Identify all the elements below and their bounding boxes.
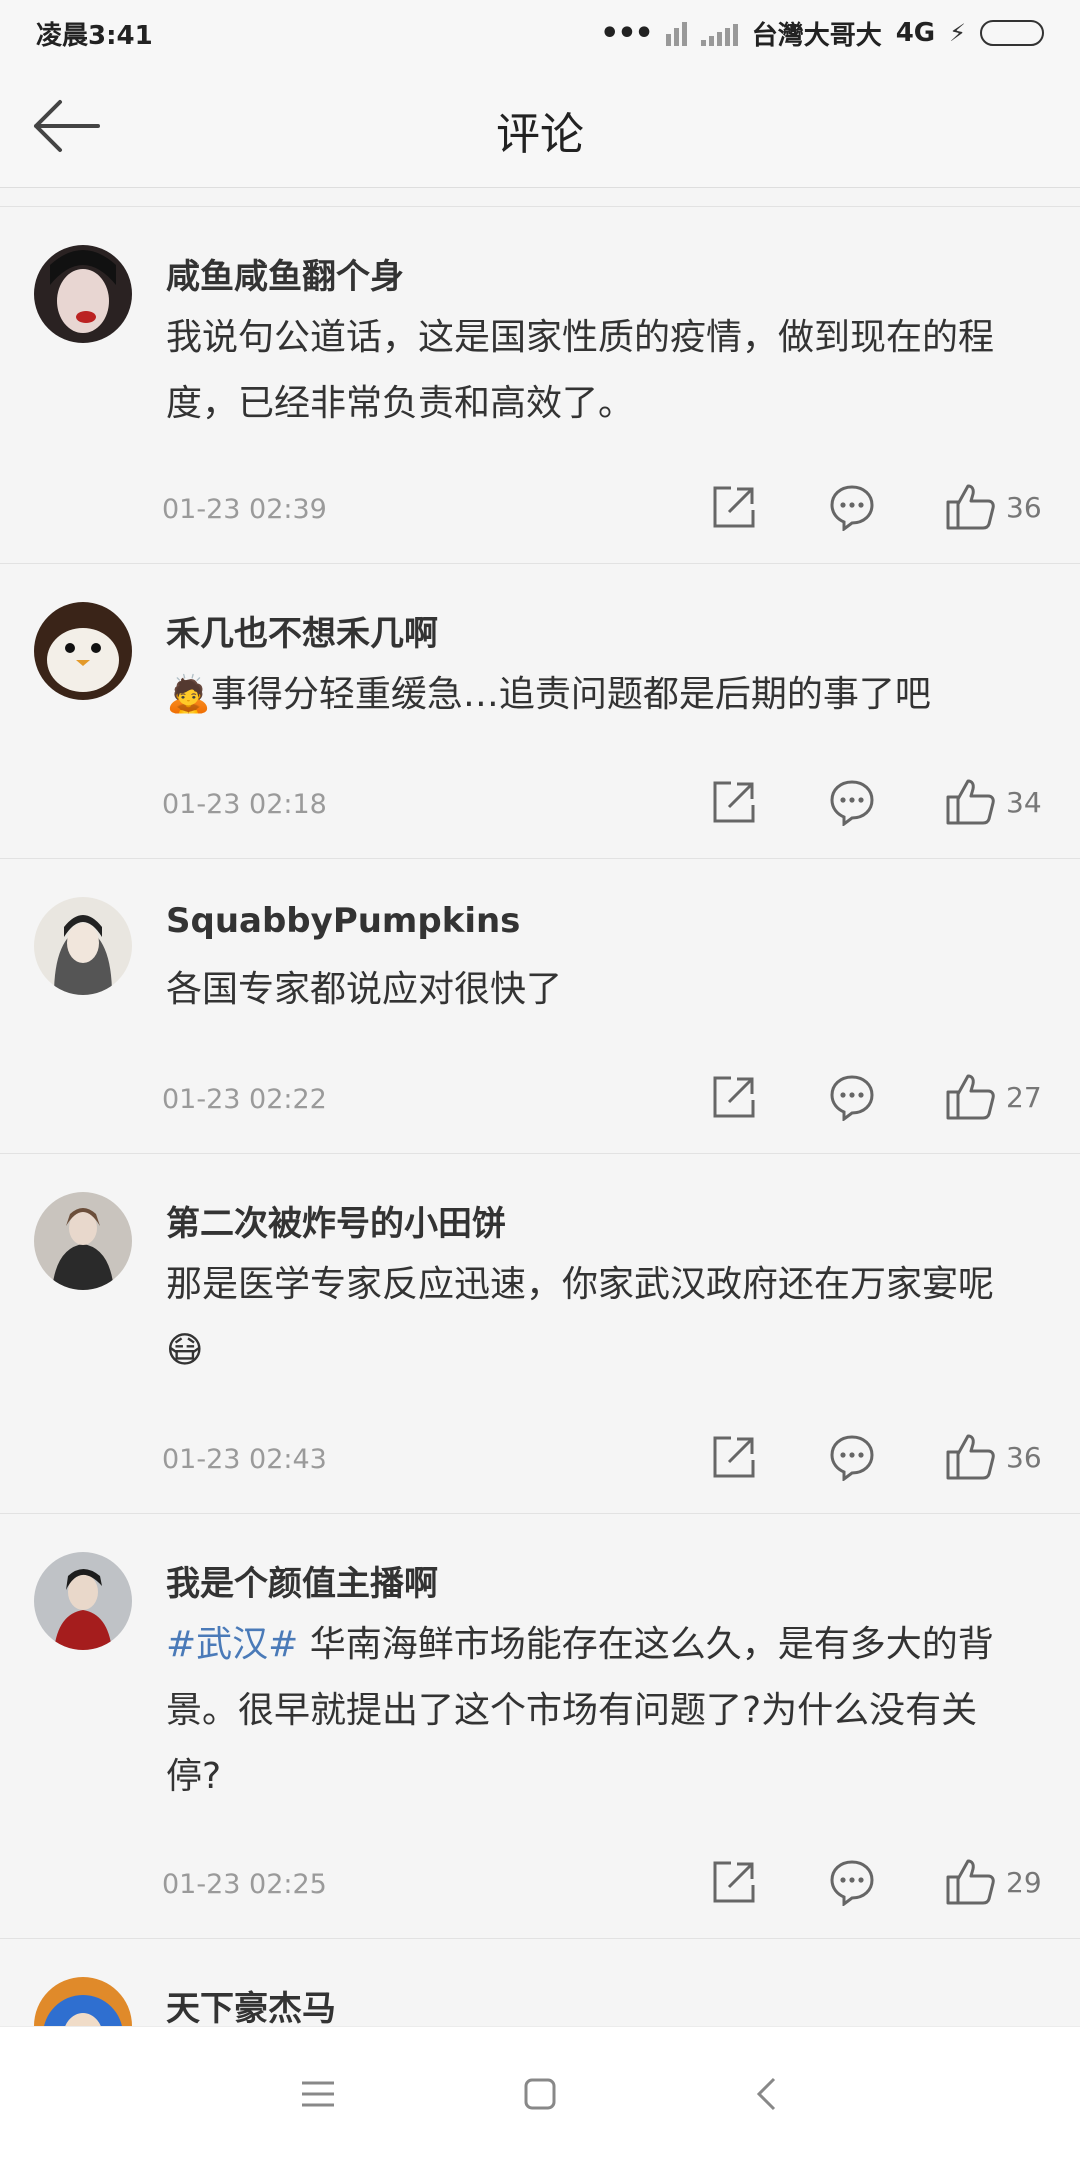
reply-button[interactable] bbox=[822, 1427, 882, 1487]
network-type: 4G bbox=[895, 18, 936, 48]
avatar[interactable] bbox=[34, 1977, 132, 2026]
avatar[interactable] bbox=[34, 1552, 132, 1650]
comment-username[interactable]: 我是个颜值主播啊 bbox=[166, 1556, 438, 1605]
comment-username[interactable]: 第二次被炸号的小田饼 bbox=[166, 1196, 506, 1245]
reply-button[interactable] bbox=[822, 1852, 882, 1912]
header-bar: 评论 bbox=[0, 66, 1080, 188]
like-count: 29 bbox=[1006, 1865, 1042, 1899]
share-button[interactable] bbox=[704, 772, 764, 832]
status-bar: 凌晨3:41 ••• 台灣大哥大 4G ⚡ bbox=[0, 0, 1080, 66]
system-nav-bar bbox=[0, 2026, 1080, 2160]
share-icon bbox=[713, 1436, 755, 1478]
comment-timestamp: 01-23 02:25 bbox=[162, 1869, 327, 1900]
menu-icon bbox=[302, 2081, 334, 2107]
comment-timestamp: 01-23 02:39 bbox=[162, 494, 327, 525]
comment-item: 第二次被炸号的小田饼 那是医学专家反应迅速，你家武汉政府还在万家宴呢😷 01-2… bbox=[0, 1154, 1080, 1514]
carrier-name: 台灣大哥大 bbox=[751, 20, 882, 51]
share-button[interactable] bbox=[704, 1427, 764, 1487]
more-notifications-icon: ••• bbox=[600, 15, 654, 51]
comment-username[interactable]: 禾几也不想禾几啊 bbox=[166, 606, 438, 655]
comment-username[interactable]: 咸鱼咸鱼翻个身 bbox=[166, 249, 404, 298]
like-count: 34 bbox=[1006, 785, 1042, 819]
status-time: 凌晨3:41 bbox=[36, 20, 153, 51]
avatar[interactable] bbox=[34, 897, 132, 995]
thumbs-up-icon bbox=[946, 1074, 995, 1120]
comment-item: SquabbyPumpkins 各国专家都说应对很快了 01-23 02:22 … bbox=[0, 859, 1080, 1154]
share-icon bbox=[713, 1076, 755, 1118]
thumbs-up-icon bbox=[946, 779, 995, 825]
hashtag-link[interactable]: #武汉# bbox=[166, 1624, 298, 1665]
reply-button[interactable] bbox=[822, 477, 882, 537]
chevron-left-icon bbox=[756, 2077, 776, 2111]
cell-signal-icon bbox=[700, 20, 738, 46]
comment-bubble-icon bbox=[830, 485, 874, 531]
share-button[interactable] bbox=[704, 1067, 764, 1127]
comment-item: 咸鱼咸鱼翻个身 我说句公道话，这是国家性质的疫情，做到现在的程度，已经非常负责和… bbox=[0, 207, 1080, 564]
like-button[interactable] bbox=[940, 772, 1000, 832]
like-button[interactable] bbox=[940, 1427, 1000, 1487]
comment-text: 各国专家都说应对很快了 bbox=[166, 969, 563, 1010]
like-count: 36 bbox=[1006, 1440, 1042, 1474]
comment-bubble-icon bbox=[830, 1075, 874, 1121]
thumbs-up-icon bbox=[946, 1859, 995, 1905]
comment-bubble-icon bbox=[830, 780, 874, 826]
comment-text: #武汉# 华南海鲜市场能存在这么久，是有多大的背景。很早就提出了这个市场有问题了… bbox=[166, 1624, 994, 1797]
comment-list[interactable]: 咸鱼咸鱼翻个身 我说句公道话，这是国家性质的疫情，做到现在的程度，已经非常负责和… bbox=[0, 206, 1080, 2026]
share-icon bbox=[713, 486, 755, 528]
comment-emoji: 🙇 bbox=[166, 674, 211, 715]
comment-emoji: 😷 bbox=[166, 1330, 204, 1371]
comment-username[interactable]: SquabbyPumpkins bbox=[166, 901, 520, 941]
comment-text: 我说句公道话，这是国家性质的疫情，做到现在的程度，已经非常负责和高效了。 bbox=[166, 317, 995, 424]
recent-apps-button[interactable] bbox=[288, 2069, 348, 2119]
like-button[interactable] bbox=[940, 1852, 1000, 1912]
avatar[interactable] bbox=[34, 245, 132, 343]
page-title: 评论 bbox=[496, 109, 584, 160]
comment-item: 我是个颜值主播啊 #武汉# 华南海鲜市场能存在这么久，是有多大的背景。很早就提出… bbox=[0, 1514, 1080, 1939]
avatar[interactable] bbox=[34, 602, 132, 700]
comment-bubble-icon bbox=[830, 1435, 874, 1481]
comment-username[interactable]: 天下豪杰马 bbox=[166, 1981, 336, 2026]
avatar[interactable] bbox=[34, 1192, 132, 1290]
comment-text: 那是医学专家反应迅速，你家武汉政府还在万家宴呢😷 bbox=[166, 1264, 995, 1371]
comment-item: 禾几也不想禾几啊 🙇事得分轻重缓急…追责问题都是后期的事了吧 01-23 02:… bbox=[0, 564, 1080, 859]
battery-icon bbox=[980, 20, 1044, 46]
reply-button[interactable] bbox=[822, 1067, 882, 1127]
thumbs-up-icon bbox=[946, 484, 995, 530]
system-back-button[interactable] bbox=[736, 2069, 796, 2119]
share-icon bbox=[713, 1861, 755, 1903]
like-button[interactable] bbox=[940, 1067, 1000, 1127]
home-button[interactable] bbox=[510, 2069, 570, 2119]
reply-button[interactable] bbox=[822, 772, 882, 832]
comment-bubble-icon bbox=[830, 1860, 874, 1906]
share-icon bbox=[713, 781, 755, 823]
comment-text: 🙇事得分轻重缓急…追责问题都是后期的事了吧 bbox=[166, 674, 931, 715]
like-count: 27 bbox=[1006, 1080, 1042, 1114]
comment-timestamp: 01-23 02:43 bbox=[162, 1444, 327, 1475]
comment-item: 天下豪杰马 bbox=[0, 1939, 1080, 2026]
like-count: 36 bbox=[1006, 490, 1042, 524]
like-button[interactable] bbox=[940, 477, 1000, 537]
share-button[interactable] bbox=[704, 1852, 764, 1912]
charging-icon: ⚡ bbox=[949, 19, 966, 47]
comment-timestamp: 01-23 02:18 bbox=[162, 789, 327, 820]
comment-timestamp: 01-23 02:22 bbox=[162, 1084, 327, 1115]
share-button[interactable] bbox=[704, 477, 764, 537]
thumbs-up-icon bbox=[946, 1434, 995, 1480]
wifi-signal-icon bbox=[665, 20, 687, 46]
home-square-icon bbox=[524, 2078, 556, 2110]
